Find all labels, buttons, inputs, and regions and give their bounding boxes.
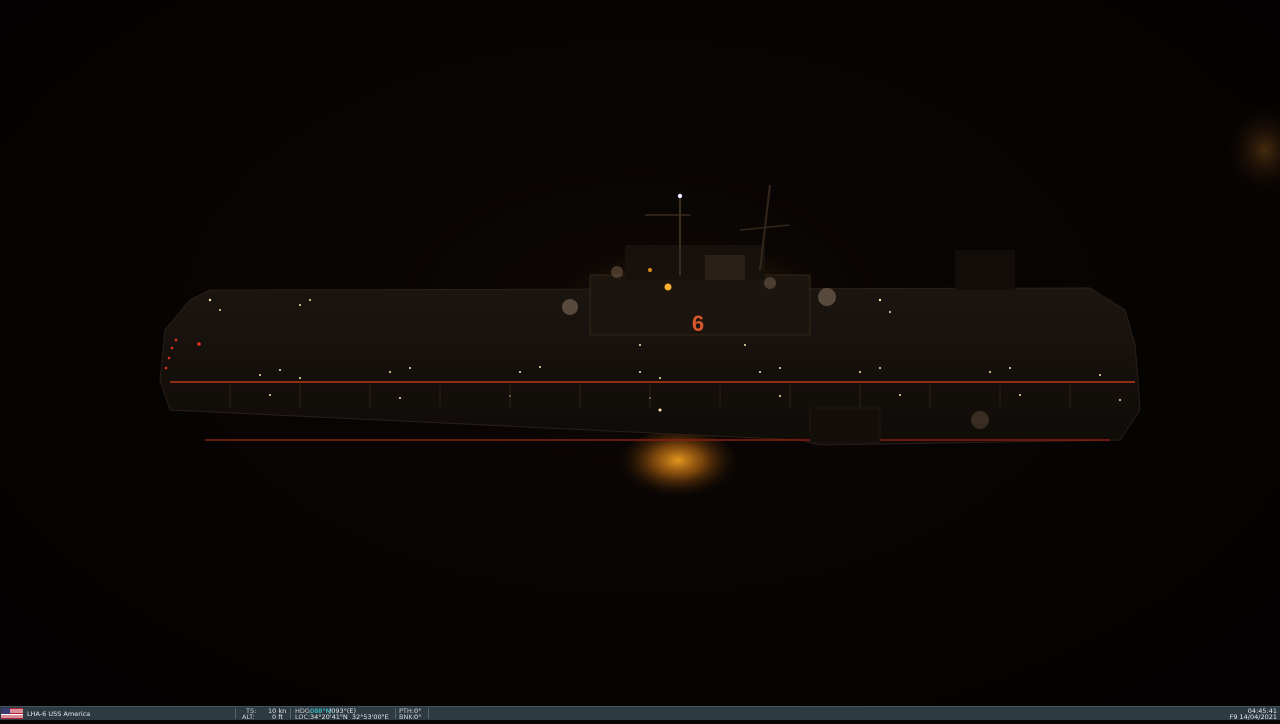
divider	[235, 708, 236, 719]
island-amber-light	[664, 283, 672, 291]
island-amber-light-2	[648, 268, 652, 272]
stern-elevator	[809, 407, 881, 444]
unit-name: LHA-6 USS America	[27, 709, 91, 718]
masthead-light	[677, 193, 683, 199]
radome-4	[764, 277, 776, 289]
status-bar: LHA-6 USS America TS: 10 kn ALT: 0 ft HD…	[0, 706, 1280, 720]
water-reflection	[616, 430, 740, 506]
divider	[290, 708, 291, 719]
island-bridge	[705, 255, 745, 280]
divider	[428, 708, 429, 719]
hull-number: 6	[692, 311, 704, 336]
us-flag-icon	[1, 708, 23, 719]
distant-light-glow	[1225, 105, 1280, 195]
3d-viewport[interactable]: 6	[0, 0, 1280, 706]
radome-1	[562, 299, 578, 315]
radome-5	[971, 411, 989, 429]
aft-structure	[955, 250, 1015, 290]
ship-scene: 6	[159, 105, 1280, 506]
radome-2	[818, 288, 836, 306]
divider	[395, 708, 396, 719]
radome-3	[611, 266, 623, 278]
